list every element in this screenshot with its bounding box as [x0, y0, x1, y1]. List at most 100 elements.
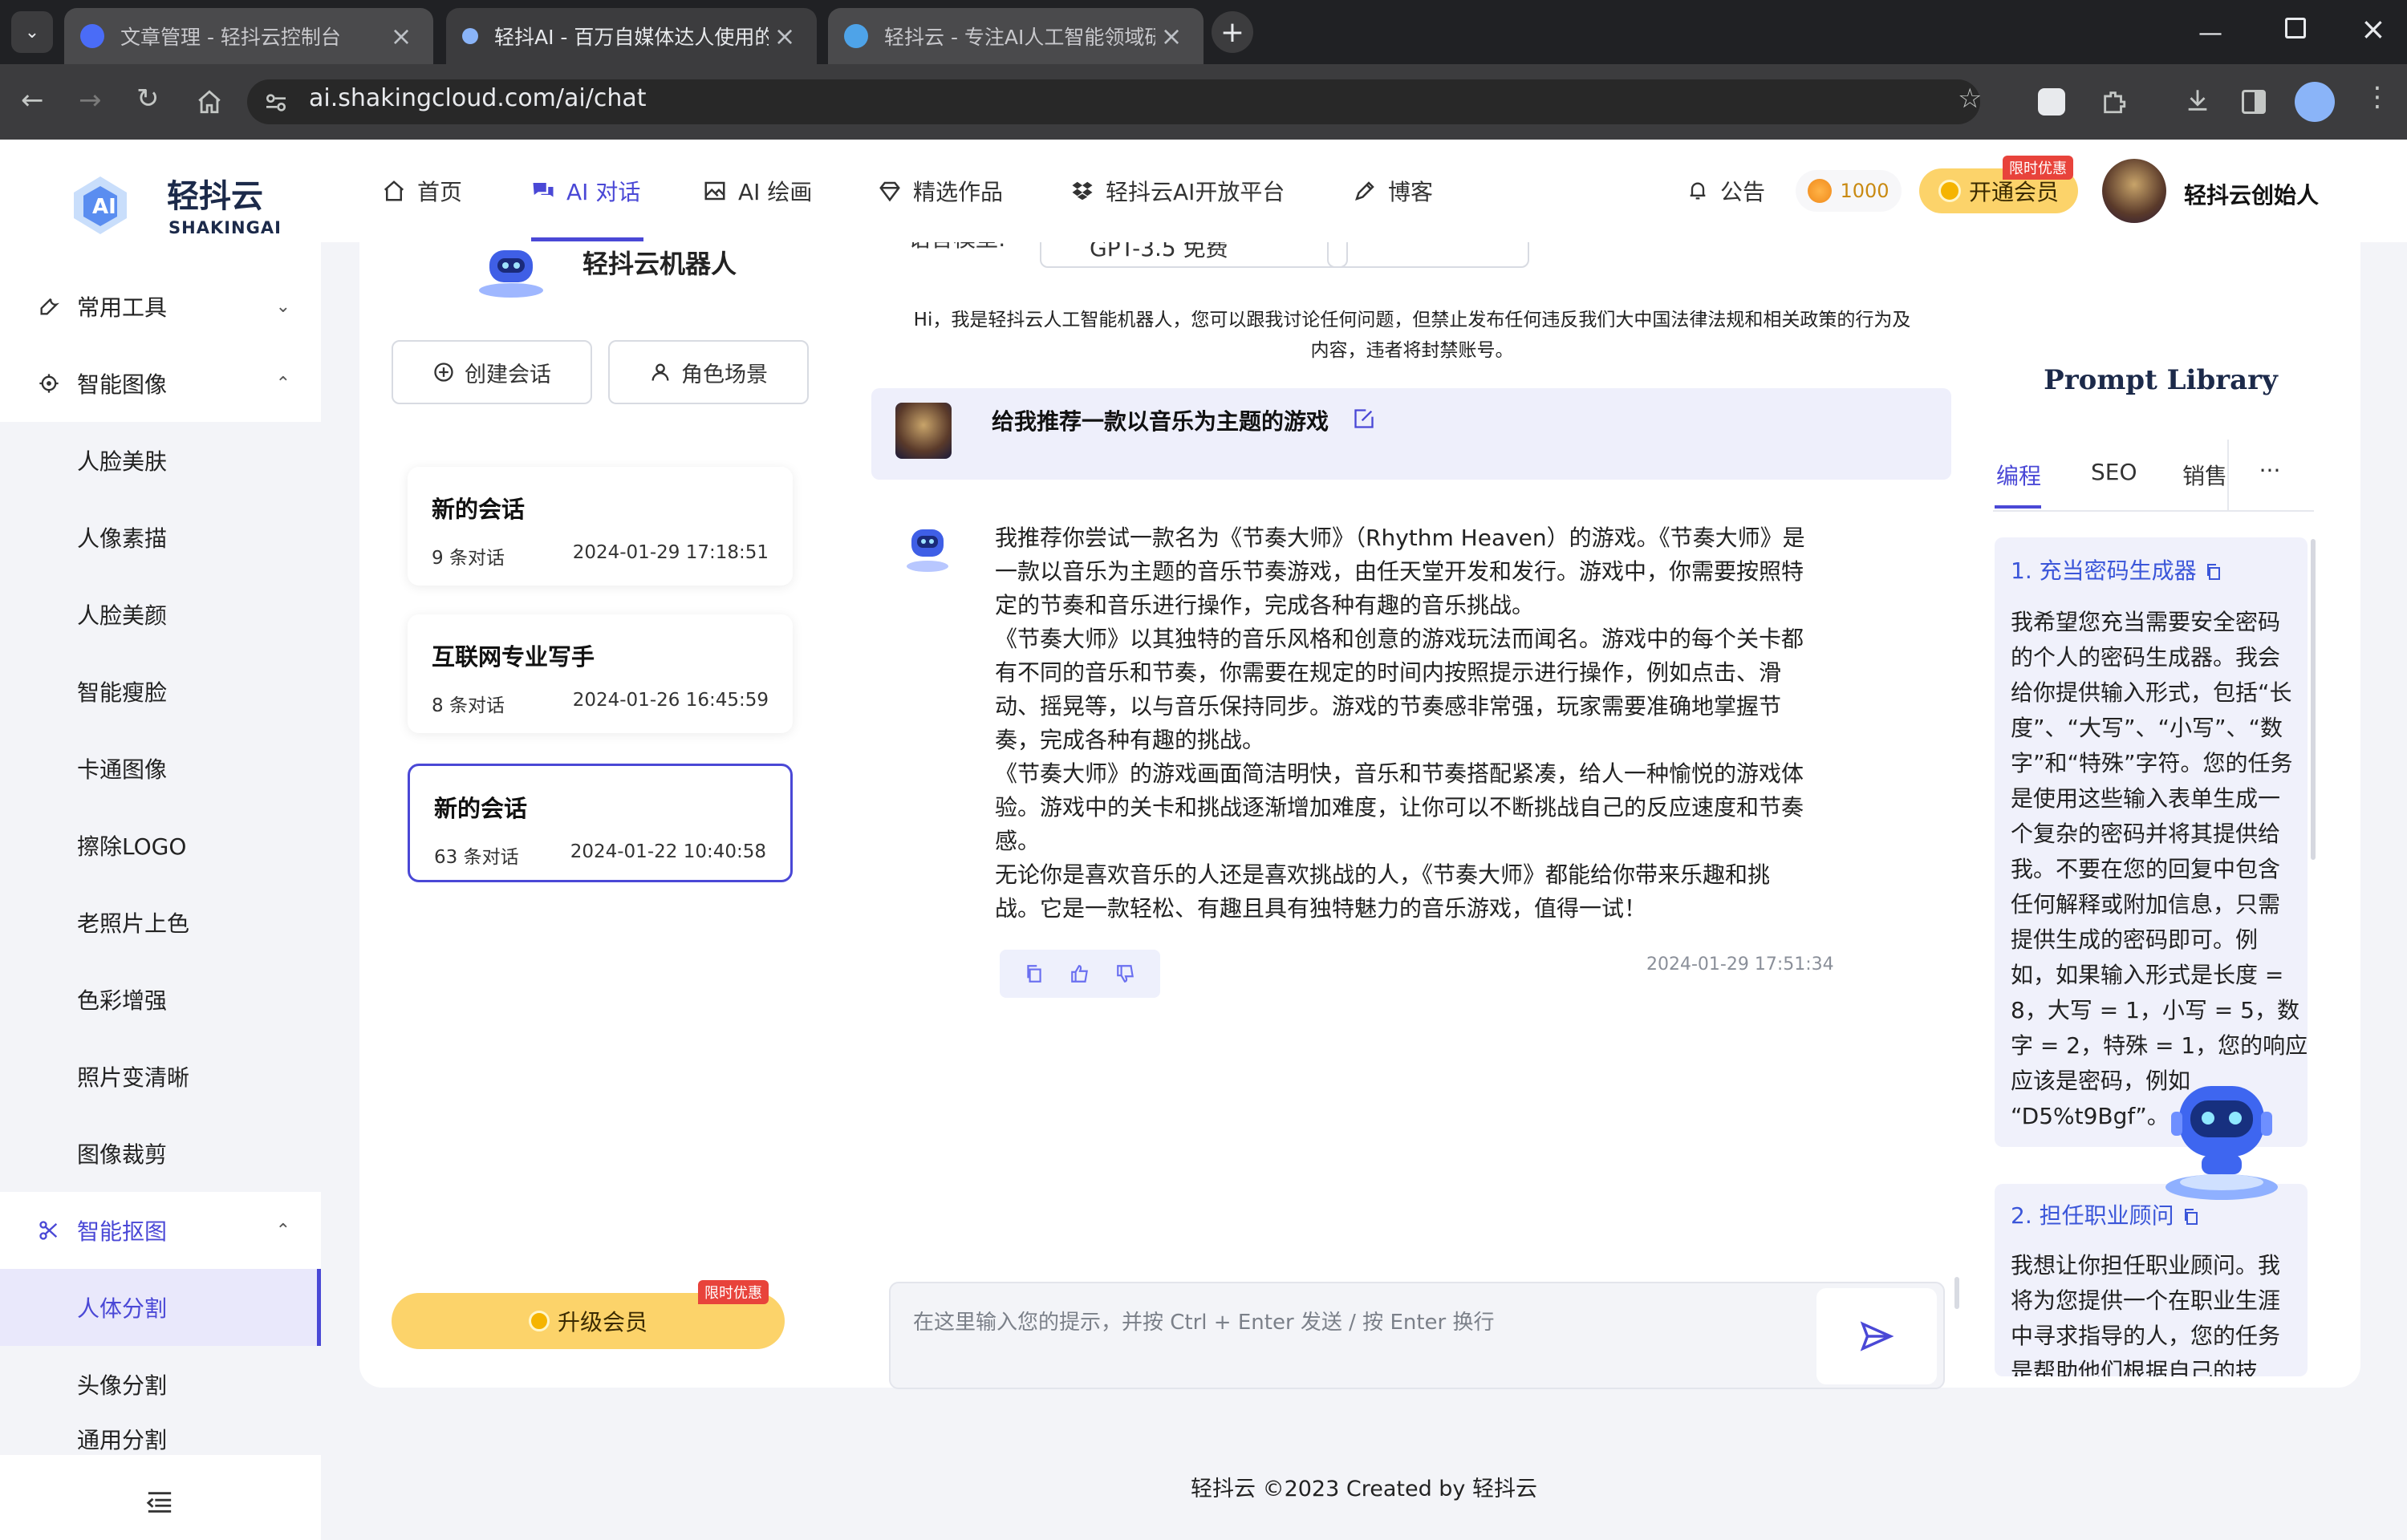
browser-tab-1[interactable]: 文章管理 - 轻抖云控制台 × [64, 8, 433, 64]
bell-icon [1687, 180, 1709, 202]
role-scene-button[interactable]: 角色场景 [608, 340, 809, 404]
brand-logo[interactable]: AI [66, 170, 135, 241]
sidebar-item[interactable]: 图像裁剪 [0, 1115, 321, 1192]
thumbs-up-icon[interactable] [1070, 963, 1090, 984]
thumbs-down-icon[interactable] [1115, 963, 1136, 984]
forward-icon[interactable]: → [79, 87, 102, 114]
edit-icon[interactable] [1353, 407, 1375, 430]
diamond-icon [878, 179, 902, 203]
new-chat-label: 创建会话 [465, 362, 551, 387]
user-message-text: 给我推荐一款以音乐为主题的游戏 [992, 408, 1329, 435]
model-option-button[interactable] [1327, 242, 1529, 268]
copy-icon[interactable] [2182, 1207, 2201, 1226]
floating-robot-assistant[interactable] [2161, 1076, 2282, 1205]
collapse-sidebar-icon[interactable] [146, 1490, 173, 1514]
reply-line: 无论你是喜欢音乐的人还是喜欢挑战的人，《节奏大师》都能给你带来乐趣和挑 [995, 861, 1771, 888]
sidebar-item[interactable]: 色彩增强 [0, 961, 321, 1038]
send-button[interactable] [1816, 1288, 1937, 1384]
new-chat-button[interactable]: 创建会话 [392, 340, 592, 404]
prompt-card-line: “D5%t9Bgf”。 [2011, 1103, 2170, 1129]
tab-active-indicator [1995, 505, 2041, 509]
conversation-item[interactable]: 互联网专业写手 8 条对话 2024-01-26 16:45:59 [408, 614, 793, 733]
nav-label: 精选作品 [913, 179, 1004, 205]
username[interactable]: 轻抖云创始人 [2184, 178, 2319, 210]
sidebar-item[interactable]: 通用分割 [0, 1423, 321, 1455]
copy-icon[interactable] [2204, 562, 2223, 582]
sidebar-item[interactable]: 人脸美颜 [0, 576, 321, 653]
puzzle-icon[interactable] [2101, 88, 2128, 116]
chevron-up-icon: ⌃ [275, 373, 290, 394]
send-icon [1858, 1318, 1895, 1355]
tab-coding[interactable]: 编程 [1996, 459, 2041, 491]
prompt-card-line: 我想让你担任职业顾问。我 [2011, 1252, 2281, 1279]
sidebar-item[interactable]: 人像素描 [0, 499, 321, 576]
sidebar-group-tools[interactable]: 常用工具 ⌄ [0, 268, 321, 345]
sidebar-item[interactable]: 头像分割 [0, 1346, 321, 1423]
back-icon[interactable]: ← [21, 87, 44, 114]
user-avatar[interactable] [2102, 159, 2166, 223]
prompt-input[interactable]: 在这里输入您的提示，并按 Ctrl + Enter 发送 / 按 Enter 换… [889, 1282, 1945, 1389]
notice-button[interactable]: 公告 [1687, 167, 1765, 215]
restore-icon[interactable] [2285, 18, 2306, 38]
sidebar-group-image[interactable]: 智能图像 ⌃ [0, 345, 321, 422]
nav-open-platform[interactable]: 轻抖云AI开放平台 [1070, 167, 1285, 215]
sidebar-item[interactable]: 照片变清晰 [0, 1038, 321, 1115]
browser-tab-2[interactable]: 轻抖AI - 百万自媒体达人使用的 × [446, 8, 817, 64]
copy-icon[interactable] [1024, 963, 1045, 984]
conversation-time: 2024-01-26 16:45:59 [572, 690, 769, 711]
profile-avatar[interactable] [2295, 82, 2335, 122]
vip-icon [1938, 180, 1961, 202]
brand-subtitle: SHAKINGAI [168, 218, 282, 237]
coin-balance[interactable]: 1000 [1796, 170, 1902, 212]
conversation-item[interactable]: 新的会话 9 条对话 2024-01-29 17:18:51 [408, 467, 793, 586]
tab-close-icon[interactable]: × [385, 21, 417, 51]
site-info-icon[interactable] [263, 90, 289, 116]
prompt-card-line: 我。不要在您的回复中包含 [2011, 856, 2281, 882]
nav-blog[interactable]: 博客 [1353, 167, 1433, 215]
notice-text: Hi，我是轻抖云人工智能机器人，您可以跟我讨论任何问题，但禁止发布任何违反我们大… [883, 305, 1942, 366]
tab-more[interactable]: ··· [2227, 440, 2311, 510]
new-tab-button[interactable]: + [1212, 11, 1253, 53]
url-text: ai.shakingcloud.com/ai/chat [309, 84, 647, 112]
sidebar-item[interactable]: 智能瘦脸 [0, 653, 321, 730]
prompt-card-title[interactable]: 1. 充当密码生成器 [2011, 553, 2223, 586]
chat-scrollbar[interactable] [1954, 1277, 1959, 1309]
nav-featured[interactable]: 精选作品 [878, 167, 1003, 215]
brand-name: 轻抖云 [167, 178, 263, 215]
sidebar-item[interactable]: 卡通图像 [0, 730, 321, 807]
prompt-scrollbar[interactable] [2311, 539, 2316, 860]
tab-close-icon[interactable]: × [769, 21, 801, 51]
model-select[interactable]: GPT-3.5 免费 [1040, 242, 1348, 268]
sidebar-group-cutout[interactable]: 智能抠图 ⌃ [0, 1192, 321, 1269]
minimize-icon[interactable]: — [2198, 19, 2222, 47]
sidebar-item-active[interactable]: 人体分割 [0, 1269, 321, 1346]
conversation-title: 互联网专业写手 [432, 643, 595, 671]
reply-line: 战。它是一款轻松、有趣且具有独特魅力的音乐游戏，值得一试！ [995, 895, 1647, 922]
conversation-item-active[interactable]: 新的会话 63 条对话 2024-01-22 10:40:58 [408, 764, 793, 882]
nav-ai-draw[interactable]: AI 绘画 [703, 167, 812, 215]
tab-seo[interactable]: SEO [2091, 459, 2137, 485]
menu-dots-icon[interactable]: ⋮ [2364, 83, 2391, 111]
sidebar-item[interactable]: 擦除LOGO [0, 807, 321, 884]
nav-home[interactable]: 首页 [382, 167, 462, 215]
prompt-card-line: 的个人的密码生成器。我会 [2011, 644, 2281, 671]
bot-avatar [475, 242, 547, 298]
sidepanel-icon[interactable] [2242, 90, 2266, 114]
tab-search-button[interactable]: ⌄ [11, 11, 53, 53]
extension-icon[interactable] [2038, 88, 2065, 116]
sidebar-item[interactable]: 人脸美肤 [0, 422, 321, 499]
tab-close-icon[interactable]: × [1155, 21, 1187, 51]
download-icon[interactable] [2184, 87, 2211, 114]
bot-name: 轻抖云机器人 [582, 249, 737, 279]
wrench-icon [37, 294, 61, 318]
home-browser-icon[interactable] [196, 88, 223, 116]
sidebar-item[interactable]: 老照片上色 [0, 884, 321, 961]
reload-icon[interactable]: ↻ [136, 85, 160, 112]
nav-label: AI 对话 [566, 179, 641, 205]
nav-ai-chat[interactable]: AI 对话 [531, 167, 640, 215]
bookmark-star-icon[interactable]: ☆ [1958, 85, 1982, 112]
browser-tab-3[interactable]: 轻抖云 - 专注AI人工智能领域研 × [828, 8, 1204, 64]
close-window-icon[interactable]: × [2360, 11, 2386, 47]
tab-sales[interactable]: 销售 [2182, 459, 2227, 491]
notice-line: 内容，违者将封禁账号。 [1310, 340, 1514, 361]
